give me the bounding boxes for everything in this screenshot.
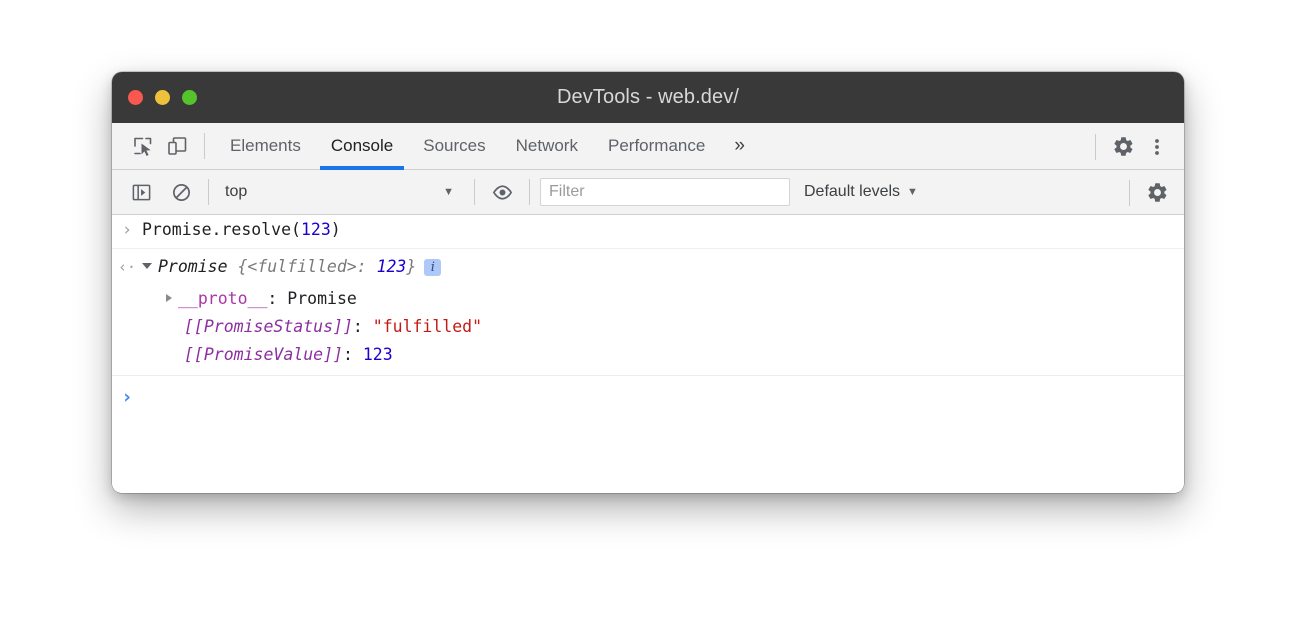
screenshot-canvas: DevTools - web.dev/ Elements	[0, 0, 1296, 640]
more-options-icon[interactable]	[1140, 130, 1174, 164]
show-console-sidebar-icon[interactable]	[124, 175, 158, 209]
devtools-window: DevTools - web.dev/ Elements	[112, 72, 1184, 493]
device-toolbar-icon[interactable]	[160, 129, 194, 163]
log-levels-selector[interactable]: Default levels ▼	[804, 183, 918, 201]
eye-icon[interactable]	[485, 175, 519, 209]
console-input-code: Promise.resolve(123)	[142, 218, 341, 242]
console-result-preview: Promise {<fulfilled>: 123} i	[142, 255, 441, 279]
window-titlebar: DevTools - web.dev/	[112, 72, 1184, 123]
promise-value-separator: :	[343, 345, 363, 364]
console-result-row[interactable]: ‹· Promise {<fulfilled>: 123} i	[112, 249, 1184, 285]
expand-object-triangle-icon[interactable]	[142, 263, 152, 269]
result-preview-open: {<fulfilled>:	[228, 257, 377, 276]
result-preview-value: 123	[377, 257, 407, 276]
input-gutter-icon: ›	[112, 218, 142, 241]
tab-elements-label: Elements	[230, 136, 301, 156]
tabstrip-divider-right	[1095, 134, 1096, 160]
expand-proto-triangle-icon[interactable]	[166, 294, 172, 302]
result-preview-close: }	[406, 257, 416, 276]
tab-overflow-chevron-icon[interactable]: »	[720, 123, 759, 170]
settings-gear-icon[interactable]	[1106, 130, 1140, 164]
tab-network[interactable]: Network	[501, 123, 593, 170]
promise-value-key: [[PromiseValue]]	[184, 345, 343, 364]
filter-input[interactable]	[540, 178, 790, 206]
console-toolbar-divider-2	[474, 179, 475, 205]
tab-overflow-label: »	[734, 135, 745, 157]
promise-value-value: 123	[363, 345, 393, 364]
console-settings-gear-icon[interactable]	[1140, 176, 1174, 210]
tab-elements[interactable]: Elements	[215, 123, 316, 170]
promise-value-row: [[PromiseValue]]: 123	[112, 341, 1184, 369]
proto-value: Promise	[287, 289, 357, 308]
devtools-tabstrip: Elements Console Sources Network Perform…	[112, 123, 1184, 170]
traffic-light-buttons	[128, 72, 197, 123]
console-toolbar-divider-3	[529, 179, 530, 205]
console-result-block: ‹· Promise {<fulfilled>: 123} i __proto__…	[112, 249, 1184, 376]
promise-status-separator: :	[353, 317, 373, 336]
log-levels-label: Default levels	[804, 183, 900, 201]
output-gutter-icon: ‹·	[112, 255, 142, 278]
execution-context-value: top	[225, 183, 247, 201]
tab-performance-label: Performance	[608, 136, 705, 156]
promise-status-value: "fulfilled"	[373, 317, 482, 336]
minimize-window-button[interactable]	[155, 90, 170, 105]
console-toolbar-divider-1	[208, 179, 209, 205]
tab-console[interactable]: Console	[316, 123, 408, 170]
clear-console-icon[interactable]	[164, 175, 198, 209]
chevron-down-icon: ▼	[443, 187, 454, 198]
proto-row[interactable]: __proto__: Promise	[112, 285, 1184, 313]
proto-separator: :	[267, 289, 287, 308]
input-code-prefix: Promise.resolve(	[142, 220, 301, 239]
tabstrip-divider-left	[204, 133, 205, 159]
console-prompt-row[interactable]: ›	[112, 376, 1184, 415]
tabstrip-right-controls	[1085, 123, 1174, 170]
window-title: DevTools - web.dev/	[557, 86, 739, 109]
console-message-list[interactable]: › Promise.resolve(123) ‹· Promise {<fulf…	[112, 215, 1184, 492]
info-badge-icon[interactable]: i	[424, 259, 441, 276]
close-window-button[interactable]	[128, 90, 143, 105]
execution-context-selector[interactable]: top ▼	[219, 178, 464, 206]
promise-status-key: [[PromiseStatus]]	[184, 317, 353, 336]
tab-network-label: Network	[516, 136, 578, 156]
input-code-number: 123	[301, 220, 331, 239]
promise-status-row: [[PromiseStatus]]: "fulfilled"	[112, 313, 1184, 341]
inspect-element-icon[interactable]	[126, 129, 160, 163]
console-input-row[interactable]: › Promise.resolve(123)	[112, 215, 1184, 249]
devtools-tab-list: Elements Console Sources Network Perform…	[215, 123, 759, 170]
console-toolbar-divider-4	[1129, 180, 1130, 206]
input-code-suffix: )	[331, 220, 341, 239]
console-toolbar-right	[1119, 170, 1174, 215]
console-toolbar: top ▼ Default levels ▼	[112, 170, 1184, 215]
maximize-window-button[interactable]	[182, 90, 197, 105]
tab-console-label: Console	[331, 136, 393, 156]
proto-key: __proto__	[178, 289, 267, 308]
tab-sources-label: Sources	[423, 136, 485, 156]
tab-sources[interactable]: Sources	[408, 123, 500, 170]
chevron-down-icon: ▼	[907, 187, 918, 198]
result-class-name: Promise	[158, 257, 228, 276]
prompt-gutter-icon: ›	[112, 385, 142, 408]
tab-performance[interactable]: Performance	[593, 123, 720, 170]
